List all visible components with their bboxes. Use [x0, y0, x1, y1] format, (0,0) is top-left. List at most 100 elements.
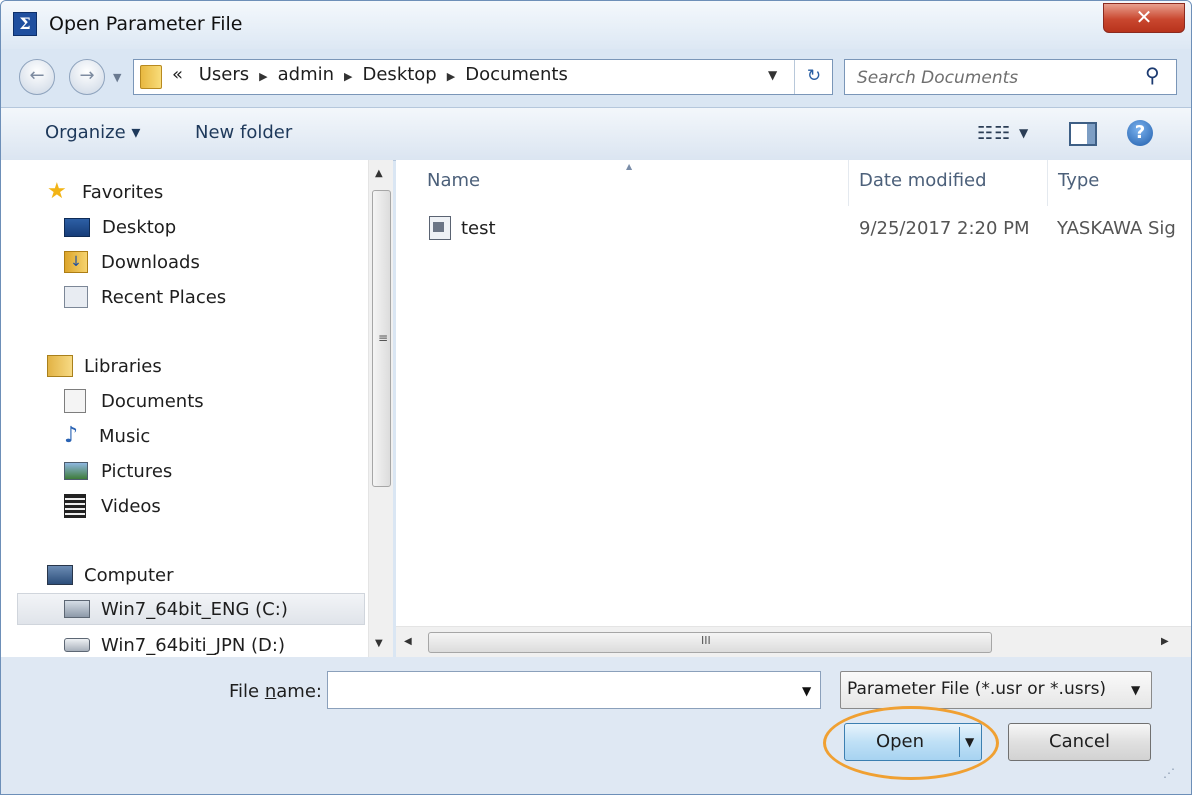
file-type: YASKAWA Sig: [1057, 218, 1176, 239]
navigation-pane: ★ Favorites Desktop ↓ Downloads Recent P…: [1, 160, 369, 657]
navigation-pane-scrollbar[interactable]: ▲ ≡ ▼: [368, 160, 393, 657]
grip-icon: ≡: [378, 331, 389, 345]
command-toolbar: Organize ▾ New folder ☷☷ ▼ ?: [1, 107, 1191, 161]
scrollbar-thumb[interactable]: III: [428, 632, 992, 653]
change-view-icon[interactable]: ☷☷: [977, 123, 1011, 144]
column-header-date-modified[interactable]: Date modified: [859, 160, 987, 206]
scroll-left-icon[interactable]: ◀: [404, 636, 412, 647]
sidebar-item-label: Documents: [101, 390, 204, 412]
new-folder-button[interactable]: New folder: [195, 122, 292, 143]
breadcrumb-users[interactable]: Users: [199, 64, 249, 85]
sidebar-item-favorites[interactable]: ★ Favorites: [47, 177, 163, 207]
sidebar-item-drive-d[interactable]: Win7_64biti_JPN (D:): [64, 630, 285, 657]
sidebar-item-label: Pictures: [101, 460, 173, 482]
back-button[interactable]: ←: [19, 59, 55, 95]
refresh-button[interactable]: ↻: [794, 60, 833, 94]
libraries-icon: [47, 355, 73, 377]
file-name: test: [461, 218, 496, 239]
documents-icon: [64, 389, 86, 413]
preview-pane-icon[interactable]: [1069, 122, 1097, 146]
sidebar-item-music[interactable]: ♪ Music: [64, 421, 150, 451]
chevron-right-icon[interactable]: ▶: [259, 70, 267, 83]
search-box[interactable]: ⚲: [844, 59, 1177, 95]
sidebar-item-drive-c[interactable]: Win7_64bit_ENG (C:): [17, 593, 365, 625]
sidebar-item-pictures[interactable]: Pictures: [64, 456, 172, 486]
file-type-filter-value: Parameter File (*.usr or *.usrs): [847, 679, 1107, 699]
sidebar-item-label: Computer: [84, 564, 174, 586]
file-type-filter-select[interactable]: Parameter File (*.usr or *.usrs) ▼: [840, 671, 1152, 709]
sidebar-item-downloads[interactable]: ↓ Downloads: [64, 247, 200, 277]
search-icon[interactable]: ⚲: [1145, 63, 1160, 87]
file-row[interactable]: test 9/25/2017 2:20 PM YASKAWA Sig: [396, 212, 1191, 246]
recent-locations-icon[interactable]: ▼: [113, 71, 121, 84]
file-list-horizontal-scrollbar[interactable]: ◀ III ▶: [396, 626, 1191, 658]
pictures-icon: [64, 462, 88, 480]
close-button[interactable]: ✕: [1103, 3, 1185, 33]
downloads-folder-icon: ↓: [64, 251, 88, 273]
open-button-highlight-annotation: [823, 706, 999, 780]
forward-button[interactable]: →: [69, 59, 105, 95]
organize-button[interactable]: Organize ▾: [45, 122, 140, 143]
column-header-name[interactable]: Name: [427, 160, 480, 206]
scroll-down-icon[interactable]: ▼: [375, 638, 383, 649]
file-name-dropdown-icon[interactable]: ▼: [802, 684, 811, 698]
chevron-right-icon[interactable]: ▶: [344, 70, 352, 83]
sidebar-item-label: Win7_64biti_JPN (D:): [101, 634, 285, 656]
star-icon: ★: [47, 179, 67, 204]
address-bar[interactable]: « Users ▶ admin ▶ Desktop ▶ Documents ▼ ↻: [133, 59, 833, 95]
file-name-label: File name:: [229, 681, 322, 702]
scroll-right-icon[interactable]: ▶: [1161, 636, 1169, 647]
column-divider[interactable]: [848, 160, 849, 206]
sidebar-item-label: Downloads: [101, 251, 200, 273]
sidebar-item-computer[interactable]: Computer: [47, 560, 173, 590]
file-date-modified: 9/25/2017 2:20 PM: [859, 218, 1030, 239]
desktop-icon: [64, 217, 90, 237]
breadcrumb-overflow[interactable]: «: [172, 64, 183, 85]
sidebar-item-label: Recent Places: [101, 286, 227, 308]
sidebar-item-videos[interactable]: Videos: [64, 491, 161, 521]
recent-places-icon: [64, 286, 88, 308]
sidebar-item-label: Favorites: [82, 181, 164, 203]
videos-icon: [64, 494, 86, 518]
sigma-app-icon: Σ: [13, 12, 37, 36]
dialog-footer: File name: ▼ Parameter File (*.usr or *.…: [1, 657, 1191, 794]
chevron-right-icon[interactable]: ▶: [447, 70, 455, 83]
breadcrumb-admin[interactable]: admin: [278, 64, 334, 85]
drive-icon: [64, 638, 90, 652]
cancel-button[interactable]: Cancel: [1008, 723, 1151, 761]
scrollbar-thumb[interactable]: ≡: [372, 190, 391, 487]
resize-grip-icon[interactable]: ⋰: [1163, 766, 1175, 780]
title-bar[interactable]: Σ Open Parameter File ✕: [1, 1, 1191, 49]
sidebar-item-documents[interactable]: Documents: [64, 386, 204, 416]
file-name-combobox[interactable]: ▼: [327, 671, 821, 709]
column-divider[interactable]: [1047, 160, 1048, 206]
breadcrumb-documents[interactable]: Documents: [465, 64, 568, 85]
music-icon: ♪: [64, 423, 79, 448]
sort-ascending-icon: ▲: [626, 162, 633, 171]
folder-icon: [140, 65, 162, 89]
sidebar-item-recent-places[interactable]: Recent Places: [64, 282, 226, 312]
chevron-down-icon[interactable]: ▼: [1131, 683, 1140, 697]
sidebar-item-libraries[interactable]: Libraries: [47, 351, 162, 381]
search-input[interactable]: [855, 65, 1139, 91]
address-dropdown-icon[interactable]: ▼: [768, 68, 777, 82]
grip-icon: III: [701, 634, 711, 647]
file-name-input[interactable]: [334, 678, 788, 702]
breadcrumb: « Users ▶ admin ▶ Desktop ▶ Documents: [172, 64, 568, 85]
navigation-bar: ← → ▼ « Users ▶ admin ▶ Desktop ▶ Documents ▼ …: [1, 49, 1191, 107]
window-title: Open Parameter File: [49, 13, 243, 35]
sidebar-item-label: Win7_64bit_ENG (C:): [101, 598, 288, 620]
help-icon[interactable]: ?: [1127, 120, 1153, 146]
parameter-file-icon: [429, 216, 451, 240]
sidebar-item-label: Libraries: [84, 355, 162, 377]
sidebar-item-label: Videos: [101, 495, 161, 517]
sidebar-item-label: Music: [99, 425, 151, 447]
column-header-type[interactable]: Type: [1058, 160, 1099, 206]
scroll-up-icon[interactable]: ▲: [375, 168, 383, 179]
file-list: ▲ Name Date modified Type test 9/25/2017…: [396, 160, 1191, 626]
view-options-dropdown[interactable]: ▼: [1019, 126, 1028, 140]
sidebar-item-desktop[interactable]: Desktop: [64, 212, 176, 242]
computer-icon: [47, 565, 73, 585]
breadcrumb-desktop[interactable]: Desktop: [363, 64, 437, 85]
open-parameter-file-dialog: Σ Open Parameter File ✕ ← → ▼ « Users ▶ ad…: [0, 0, 1192, 795]
